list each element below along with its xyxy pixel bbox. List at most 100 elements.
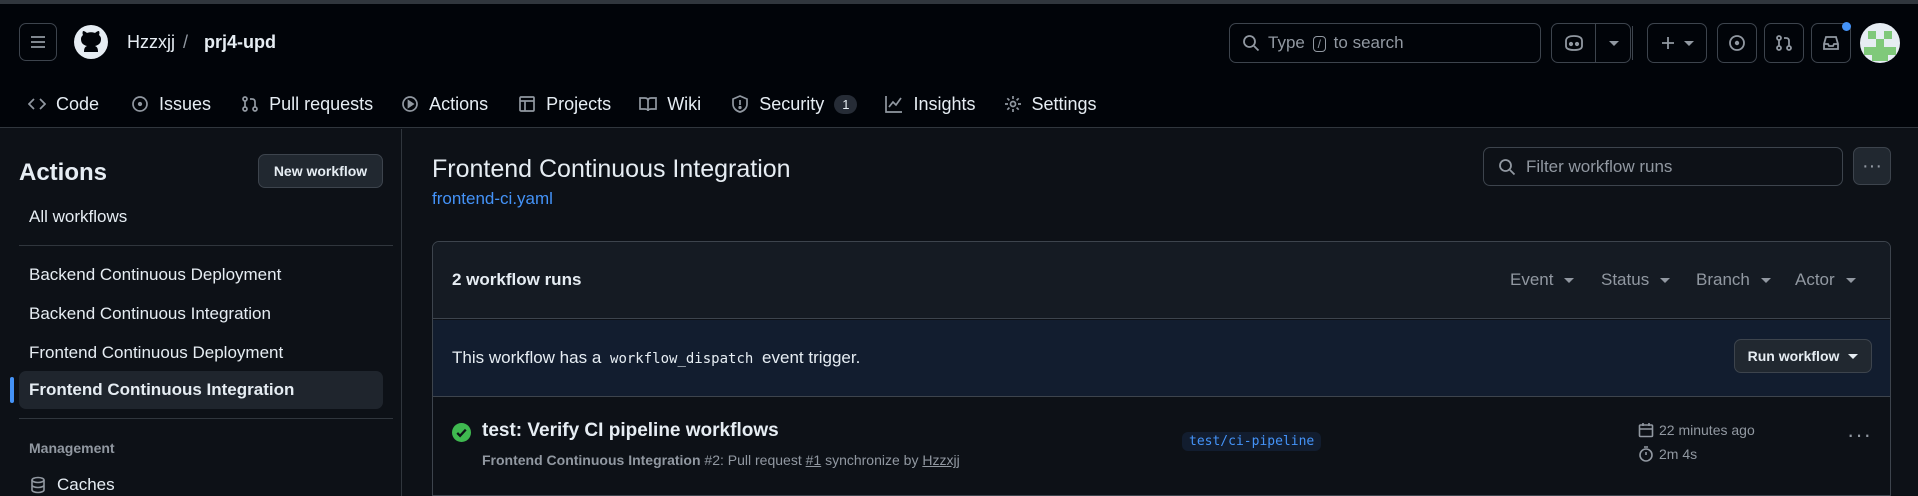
tab-wiki[interactable]: Wiki — [627, 84, 713, 124]
chevron-down-icon — [1760, 277, 1771, 283]
sidebar-item-workflow-active[interactable]: Frontend Continuous Integration — [10, 371, 383, 409]
tab-security[interactable]: Security 1 — [719, 84, 869, 124]
filter-event-dropdown[interactable]: Event — [1510, 270, 1575, 290]
filter-status-dropdown[interactable]: Status — [1601, 270, 1671, 290]
graph-icon — [885, 96, 903, 113]
calendar-icon — [1638, 423, 1654, 438]
table-icon — [519, 96, 536, 112]
search-suffix: to search — [1333, 33, 1404, 52]
tab-issues[interactable]: Issues — [119, 84, 223, 124]
create-new-button[interactable] — [1647, 23, 1707, 63]
stopwatch-icon — [1639, 446, 1653, 462]
branch-label[interactable]: test/ci-pipeline — [1182, 432, 1322, 451]
filter-workflow-runs-input[interactable]: Filter workflow runs — [1483, 147, 1843, 186]
search-prefix: Type — [1268, 33, 1305, 52]
run-number: #2 — [704, 452, 720, 468]
sidebar-divider — [19, 418, 393, 419]
tab-pull-requests[interactable]: Pull requests — [229, 84, 385, 124]
chevron-down-icon — [1564, 277, 1575, 283]
sidebar-divider — [19, 245, 393, 246]
breadcrumb-repo[interactable]: prj4-upd — [204, 32, 276, 53]
chevron-down-icon — [1660, 277, 1671, 283]
sidebar-item-workflow[interactable]: Frontend Continuous Deployment — [19, 334, 383, 372]
inbox-icon — [1823, 36, 1839, 50]
workflow-run-row[interactable]: test: Verify CI pipeline workflows Front… — [433, 398, 1890, 495]
tab-settings[interactable]: Settings — [992, 84, 1109, 124]
avatar[interactable] — [1860, 23, 1900, 63]
filter-status-label: Status — [1601, 270, 1650, 289]
workflow-menu-button[interactable]: ··· — [1853, 147, 1891, 185]
sidebar-title: Actions — [19, 159, 108, 186]
tab-code[interactable]: Code — [0, 84, 111, 124]
tab-actions[interactable]: Actions — [389, 84, 500, 124]
copilot-chevron-icon[interactable] — [1609, 41, 1619, 46]
pull-requests-button[interactable] — [1764, 23, 1804, 63]
global-header: Hzzxjj / prj4-upd Type / to search Code … — [0, 4, 1918, 128]
run-workflow-button[interactable]: Run workflow — [1734, 339, 1872, 373]
banner-text: This workflow has a workflow_dispatch ev… — [452, 348, 860, 368]
github-logo-icon[interactable] — [73, 24, 109, 60]
notification-dot — [1842, 22, 1851, 31]
tab-insights[interactable]: Insights — [873, 84, 987, 124]
pull-request-icon — [1776, 35, 1792, 51]
tab-actions-label: Actions — [429, 93, 489, 114]
sidebar-item-workflow[interactable]: Backend Continuous Deployment — [19, 256, 383, 294]
play-icon — [402, 96, 418, 112]
filter-actor-label: Actor — [1795, 270, 1835, 289]
run-duration-label: 2m 4s — [1659, 446, 1698, 462]
run-time-ago-label: 22 minutes ago — [1659, 422, 1755, 438]
copilot-button[interactable] — [1551, 23, 1631, 63]
issue-icon — [1729, 35, 1745, 51]
run-meta-action: synchronize by — [821, 452, 923, 468]
copilot-icon[interactable] — [1552, 24, 1596, 62]
workflow-file-link[interactable]: frontend-ci.yaml — [432, 189, 553, 209]
workflow-dispatch-banner: This workflow has a workflow_dispatch ev… — [433, 320, 1890, 397]
pull-request-icon — [242, 96, 258, 112]
breadcrumb-owner[interactable]: Hzzxjj — [127, 32, 175, 53]
run-workflow-label: Run workflow — [1747, 348, 1840, 364]
new-workflow-button[interactable]: New workflow — [258, 154, 383, 188]
kebab-horizontal-icon: ··· — [1862, 154, 1882, 177]
run-time-ago: 22 minutes ago — [1638, 422, 1755, 438]
run-workflow-name: Frontend Continuous Integration — [482, 452, 701, 468]
banner-suffix: event trigger. — [762, 348, 861, 367]
sidebar-item-all-workflows[interactable]: All workflows — [19, 198, 383, 236]
check-circle-icon — [452, 423, 471, 442]
gear-icon — [1004, 96, 1021, 112]
filter-event-label: Event — [1510, 270, 1554, 289]
issues-button[interactable] — [1717, 23, 1757, 63]
workflow-runs-box: 2 workflow runs Event Status Branch Acto… — [432, 241, 1891, 496]
book-icon — [639, 97, 658, 112]
breadcrumb-separator: / — [183, 32, 189, 52]
filter-actor-dropdown[interactable]: Actor — [1795, 270, 1856, 290]
create-chevron-icon — [1684, 40, 1694, 46]
security-count-badge: 1 — [834, 94, 858, 114]
search-key: / — [1312, 36, 1326, 52]
tab-settings-label: Settings — [1031, 93, 1097, 114]
filter-branch-dropdown[interactable]: Branch — [1696, 270, 1771, 290]
kebab-horizontal-icon: ··· — [1847, 422, 1872, 447]
search-input[interactable]: Type / to search — [1229, 23, 1541, 63]
hamburger-icon — [31, 36, 45, 48]
tab-projects[interactable]: Projects — [506, 84, 623, 124]
actions-sidebar: Actions New workflow All workflows Backe… — [0, 129, 402, 496]
filter-branch-label: Branch — [1696, 270, 1750, 289]
plus-icon — [1662, 37, 1674, 49]
issue-icon — [132, 96, 148, 112]
repo-tabs: Code Issues Pull requests Actions Projec… — [0, 84, 1109, 124]
tab-security-label: Security — [759, 93, 825, 114]
chevron-down-icon — [1848, 353, 1859, 359]
sidebar-item-workflow[interactable]: Backend Continuous Integration — [19, 295, 383, 333]
menu-button[interactable] — [19, 23, 57, 61]
run-title-link[interactable]: test: Verify CI pipeline workflows — [482, 420, 779, 442]
run-pr-link[interactable]: #1 — [806, 452, 822, 468]
sidebar-item-caches[interactable]: Caches — [29, 475, 115, 495]
run-menu-button[interactable]: ··· — [1847, 422, 1872, 448]
run-meta-event: : Pull request — [720, 452, 806, 468]
header-divider — [1632, 26, 1633, 60]
runs-count: 2 workflow runs — [452, 270, 582, 289]
tab-pull-requests-label: Pull requests — [269, 93, 374, 114]
tab-code-label: Code — [56, 93, 100, 114]
sidebar-section-management: Management — [29, 440, 115, 456]
run-actor-link[interactable]: Hzzxjj — [922, 452, 959, 468]
